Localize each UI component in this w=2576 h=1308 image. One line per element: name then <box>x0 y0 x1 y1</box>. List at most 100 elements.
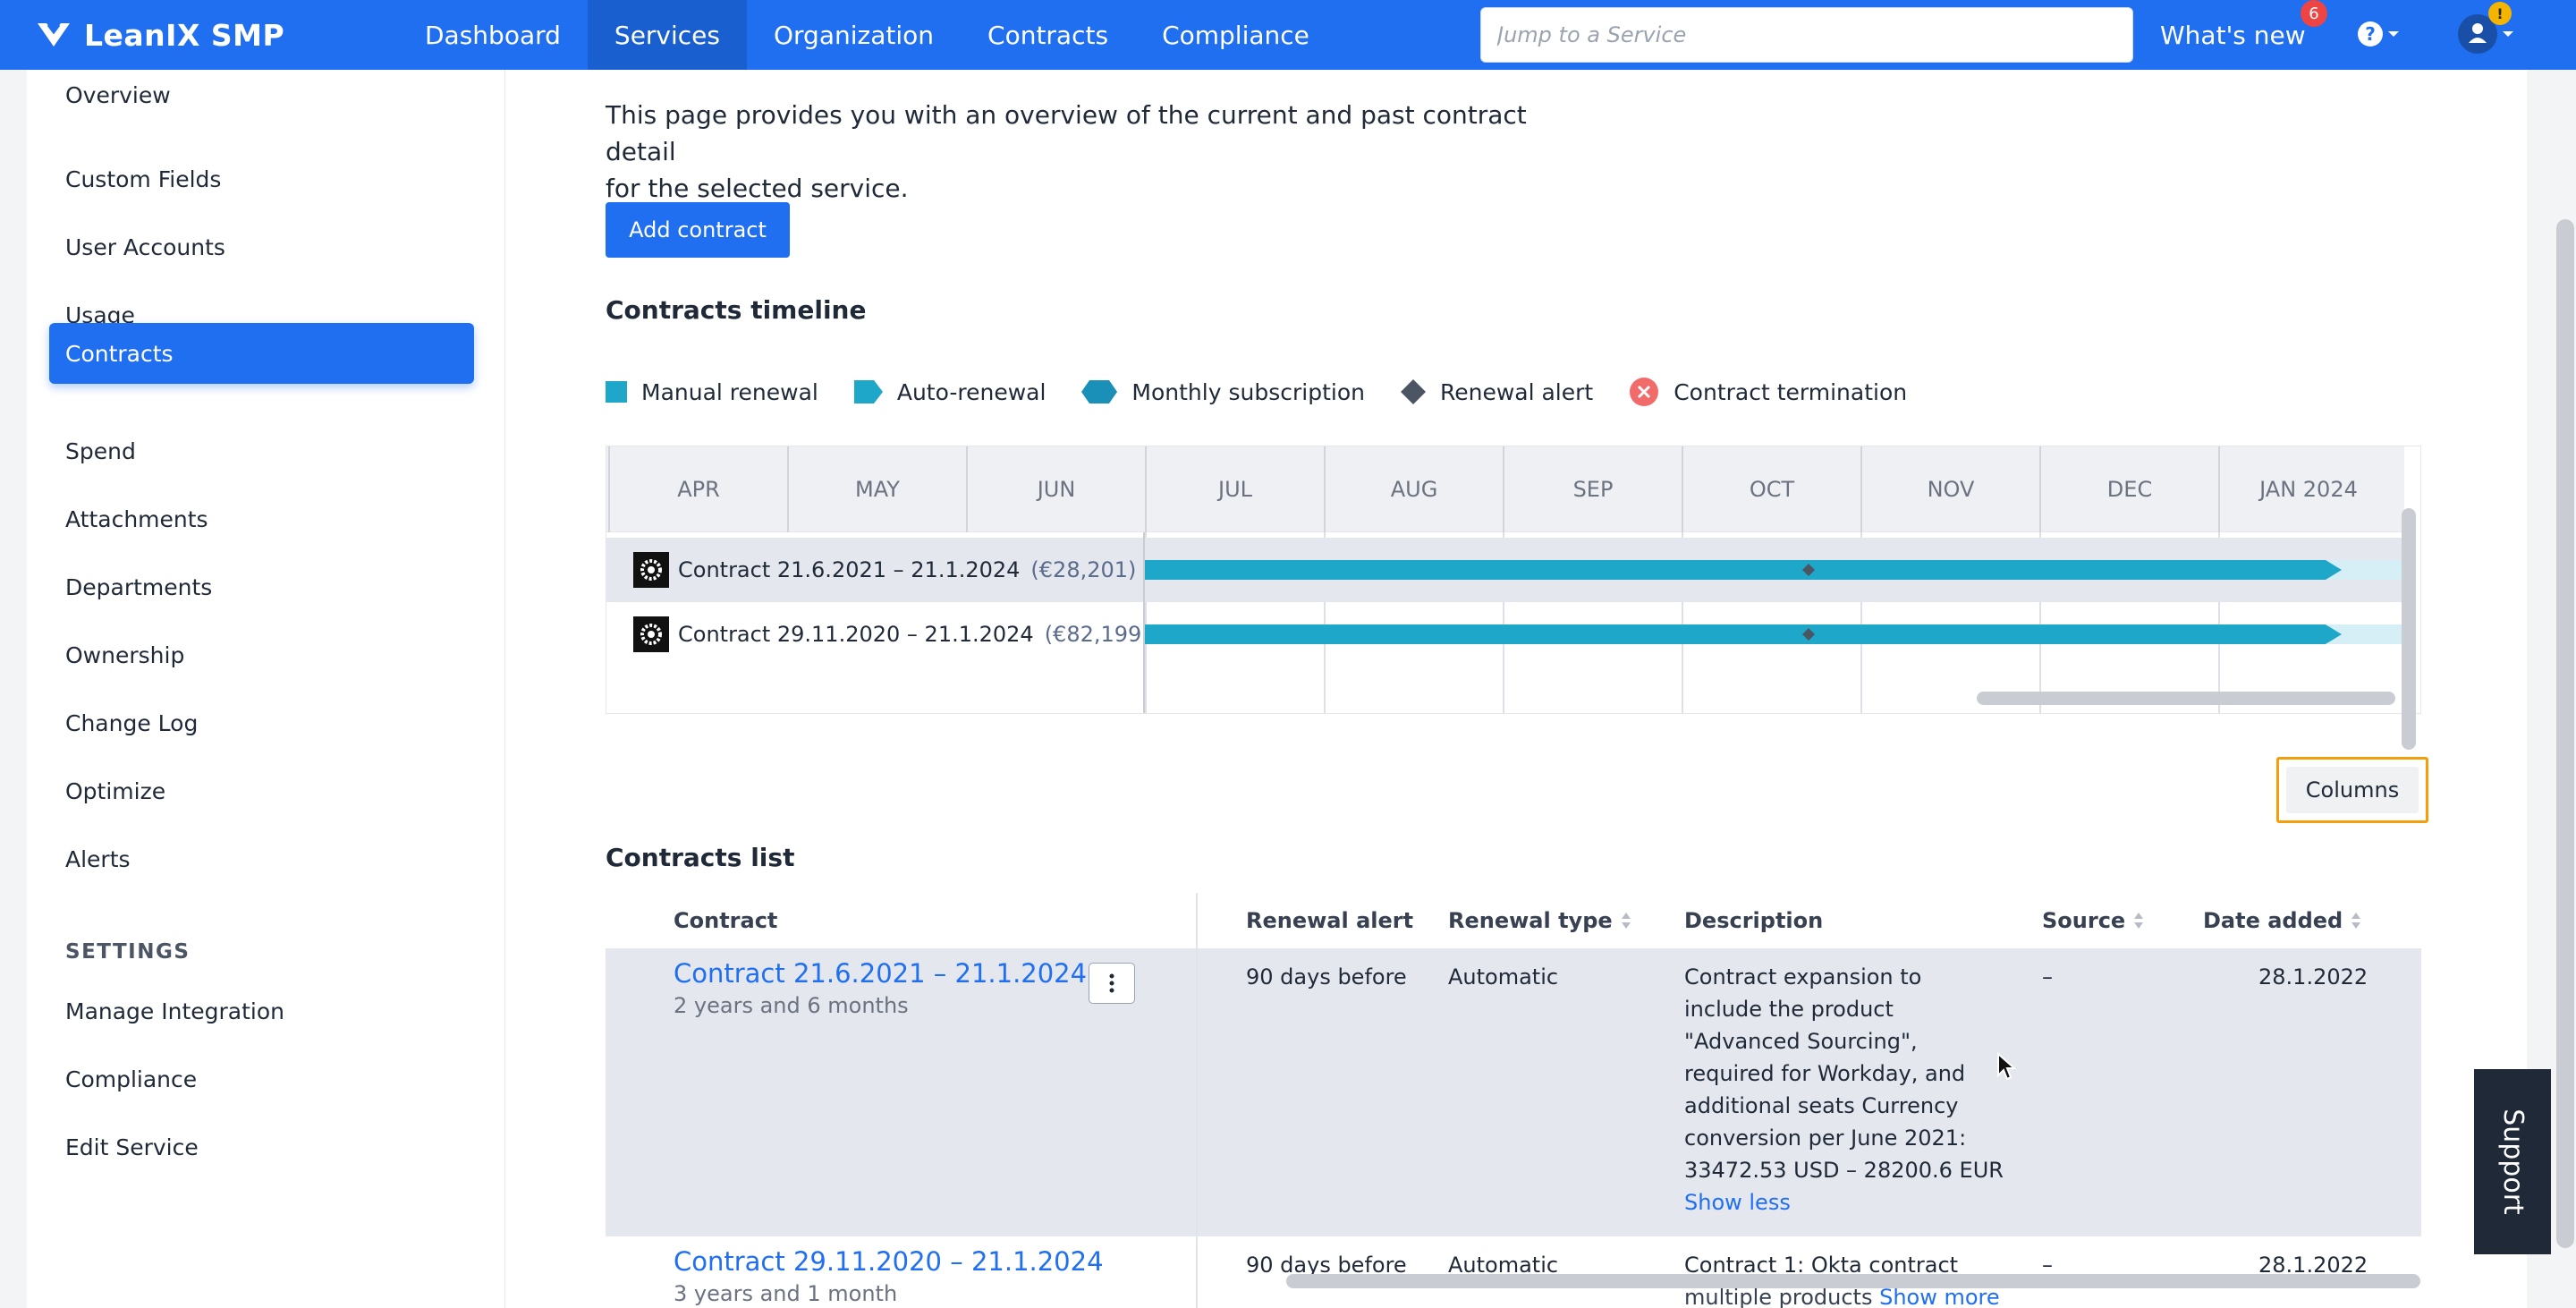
timeline-contract-bar[interactable] <box>1143 624 2342 644</box>
timeline-vertical-scrollbar[interactable] <box>2402 508 2416 750</box>
sidebar-item-contracts[interactable]: Contracts <box>49 323 474 384</box>
table-horizontal-scrollbar[interactable] <box>1286 1274 2420 1288</box>
add-contract-button[interactable]: Add contract <box>606 202 790 258</box>
timeline-horizontal-scrollbar[interactable] <box>1977 692 2395 705</box>
intro-line: for the selected service. <box>606 174 909 203</box>
timeline-heading: Contracts timeline <box>606 295 867 325</box>
app-logo[interactable]: LeanIX SMP <box>36 18 376 53</box>
nav-services[interactable]: Services <box>587 0 747 70</box>
legend-manual-renewal: Manual renewal <box>606 379 818 405</box>
page-intro: This page provides you with an overview … <box>606 97 1589 207</box>
nav-contracts[interactable]: Contracts <box>961 0 1135 70</box>
sidebar-item-compliance[interactable]: Compliance <box>49 1049 474 1109</box>
square-icon <box>606 381 627 403</box>
table-row: Contract 29.11.2020 – 21.1.2024 3 years … <box>606 1236 2421 1308</box>
contracts-list-heading: Contracts list <box>606 843 795 872</box>
contract-link[interactable]: Contract 29.11.2020 – 21.1.2024 <box>674 1245 1104 1278</box>
sidebar-item-custom-fields[interactable]: Custom Fields <box>49 149 474 209</box>
column-header-label: Renewal type <box>1448 908 1613 933</box>
sort-icon <box>2134 913 2144 929</box>
sidebar-item-attachments[interactable]: Attachments <box>49 488 474 549</box>
timeline-row-label: Contract 29.11.2020 – 21.1.2024 (€82,199… <box>633 602 1150 667</box>
nav-dashboard[interactable]: Dashboard <box>398 0 588 70</box>
column-header-contract: Contract <box>674 908 778 933</box>
timeline-row[interactable]: Contract 29.11.2020 – 21.1.2024 (€82,199… <box>606 602 2404 667</box>
column-divider <box>1196 893 1198 1308</box>
timeline-row[interactable]: Contract 21.6.2021 – 21.1.2024 (€28,201) <box>606 538 2404 602</box>
settings-heading: SETTINGS <box>65 940 191 964</box>
description-line: "Advanced Sourcing", <box>1684 1029 1918 1054</box>
description-line: include the product <box>1684 997 1894 1022</box>
table-row: Contract 21.6.2021 – 21.1.2024 2 years a… <box>606 948 2421 1236</box>
timeline-header: APR MAY JUN JUL AUG SEP OCT NOV DEC JAN … <box>606 446 2404 532</box>
description-line: additional seats Currency <box>1684 1093 1959 1118</box>
help-menu[interactable]: ? <box>2356 20 2402 48</box>
sidebar-item-optimize[interactable]: Optimize <box>49 760 474 821</box>
main-nav: Dashboard Services Organization Contract… <box>398 0 1336 70</box>
chevron-down-icon <box>2388 31 2399 37</box>
whats-new-link[interactable]: What's new <box>2160 0 2306 70</box>
description-line: required for Workday, and <box>1684 1061 1966 1086</box>
help-icon: ? <box>2358 21 2383 47</box>
renewal-type-cell: Automatic <box>1448 964 1559 989</box>
svg-text:?: ? <box>2365 23 2376 45</box>
column-header-date-added[interactable]: Date added <box>2203 893 2362 948</box>
timeline-contract-cost: (€28,201) <box>1030 557 1137 582</box>
row-actions-button[interactable] <box>1089 963 1135 1004</box>
service-logo-icon <box>633 552 669 588</box>
sort-icon <box>2351 913 2361 929</box>
sidebar-item-spend[interactable]: Spend <box>49 420 474 481</box>
nav-compliance[interactable]: Compliance <box>1135 0 1336 70</box>
sort-icon <box>1621 913 1631 929</box>
timeline-contract-name: Contract 29.11.2020 – 21.1.2024 <box>678 622 1034 647</box>
sidebar-item-edit-service[interactable]: Edit Service <box>49 1117 474 1177</box>
column-header-label: Source <box>2042 908 2126 933</box>
support-button[interactable]: Support <box>2474 1069 2551 1254</box>
timeline-month: JAN 2024 <box>2218 446 2397 532</box>
page-vertical-scrollbar[interactable] <box>2556 219 2574 1248</box>
column-header-label: Date added <box>2203 908 2343 933</box>
contract-cell: Contract 29.11.2020 – 21.1.2024 3 years … <box>674 1245 1104 1308</box>
timeline-contract-cost: (€82,199) <box>1044 622 1150 647</box>
show-less-link[interactable]: Show less <box>1684 1186 2004 1219</box>
description-line: 33472.53 USD – 28200.6 EUR <box>1684 1158 2004 1183</box>
columns-button[interactable]: Columns <box>2276 757 2428 823</box>
column-header-renewal-type[interactable]: Renewal type <box>1448 893 1632 948</box>
description-cell: Contract expansion to include the produc… <box>1684 961 2004 1219</box>
timeline-month: DEC <box>2039 446 2218 532</box>
contract-link[interactable]: Contract 21.6.2021 – 21.1.2024 <box>674 957 1087 989</box>
date-added-cell: 28.1.2022 <box>2258 964 2368 989</box>
sidebar-item-overview[interactable]: Overview <box>49 64 474 125</box>
legend-label: Manual renewal <box>641 378 818 405</box>
sidebar-item-change-log[interactable]: Change Log <box>49 692 474 753</box>
timeline-contract-name: Contract 21.6.2021 – 21.1.2024 <box>678 557 1021 582</box>
legend-label: Monthly subscription <box>1131 378 1365 405</box>
timeline-label-divider <box>1143 532 1145 713</box>
tag-icon <box>853 380 883 403</box>
timeline-month: JUL <box>1145 446 1324 532</box>
nav-organization[interactable]: Organization <box>747 0 961 70</box>
sidebar-item-departments[interactable]: Departments <box>49 556 474 617</box>
sidebar-item-user-accounts[interactable]: User Accounts <box>49 217 474 277</box>
legend-monthly-subscription: Monthly subscription <box>1081 379 1365 405</box>
contract-cell: Contract 21.6.2021 – 21.1.2024 2 years a… <box>674 957 1087 1022</box>
sidebar-item-ownership[interactable]: Ownership <box>49 624 474 685</box>
description-line: conversion per June 2021: <box>1684 1125 1967 1151</box>
sidebar-item-manage-integration[interactable]: Manage Integration <box>49 981 474 1041</box>
sidebar-item-label: Contracts <box>65 340 174 367</box>
timeline-contract-bar[interactable] <box>1143 560 2342 580</box>
timeline-month: AUG <box>1324 446 1503 532</box>
intro-line: This page provides you with an overview … <box>606 100 1527 166</box>
diamond-icon <box>1400 379 1426 404</box>
service-search-input[interactable] <box>1480 7 2133 63</box>
chevron-down-icon <box>2503 31 2513 37</box>
support-label: Support <box>2496 1108 2529 1215</box>
timeline-month: MAY <box>787 446 966 532</box>
sidebar-item-alerts[interactable]: Alerts <box>49 828 474 889</box>
column-header-renewal-alert: Renewal alert <box>1246 908 1414 933</box>
close-circle-icon <box>1630 378 1659 406</box>
description-line: Contract expansion to <box>1684 964 1922 989</box>
column-header-source[interactable]: Source <box>2042 893 2145 948</box>
user-alert-badge: ! <box>2488 2 2512 25</box>
timeline-month: OCT <box>1682 446 1860 532</box>
